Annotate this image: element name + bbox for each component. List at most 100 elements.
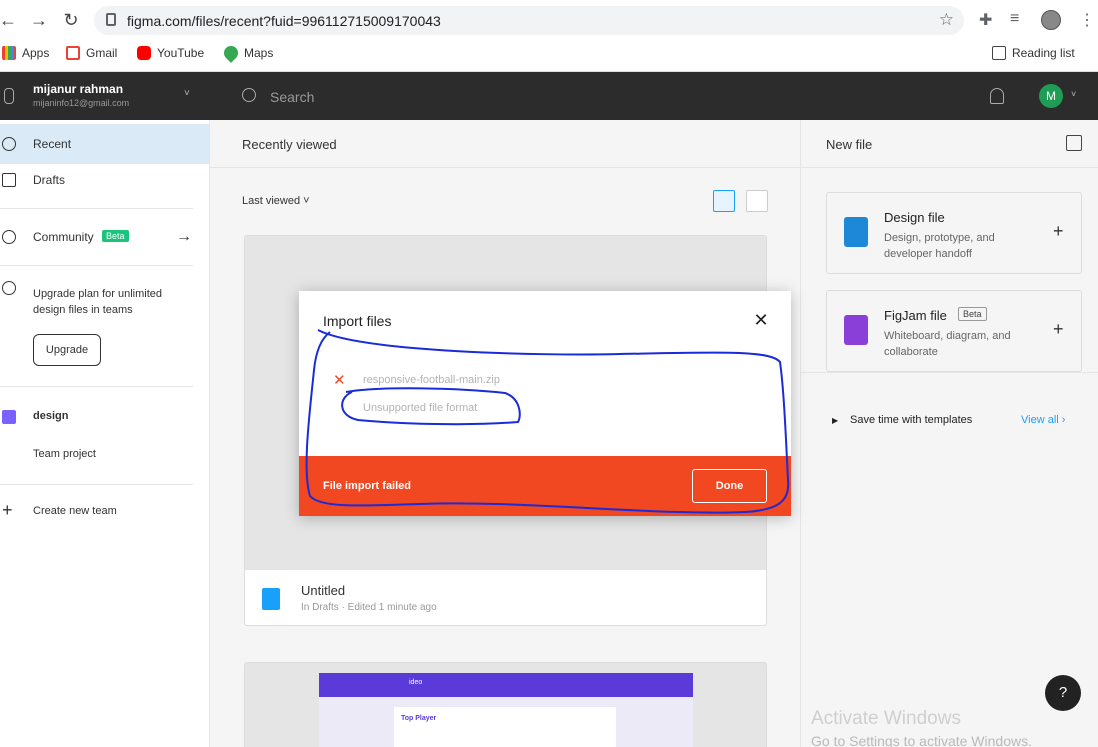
apps-grid-icon (2, 46, 16, 60)
sidebar-item-drafts[interactable]: Drafts (0, 160, 209, 200)
view-all-link[interactable]: View all › (1021, 414, 1065, 426)
upgrade-text: Upgrade plan for unlimited design files … (33, 288, 163, 316)
design-file-icon (844, 217, 868, 247)
error-x-icon: ✕ (333, 372, 346, 389)
account-email: mijaninfo12@gmail.com (33, 98, 130, 108)
dialog-footer: File import failed Done (299, 456, 791, 516)
main-header: Recently viewed (210, 120, 800, 168)
reading-list-label: Reading list (1012, 46, 1075, 60)
bookmark-youtube[interactable]: YouTube (137, 46, 204, 60)
upgrade-button[interactable]: Upgrade (33, 334, 101, 366)
list-view-icon[interactable] (746, 190, 768, 212)
account-name[interactable]: mijanur rahman (33, 82, 123, 96)
team-color-swatch (2, 410, 16, 424)
beta-badge: Beta (958, 307, 987, 321)
plus-icon: + (2, 500, 13, 520)
sidebar-item-label: Drafts (33, 173, 66, 187)
avatar[interactable]: M (1039, 84, 1063, 108)
windows-watermark-sub: Go to Settings to activate Windows. (811, 733, 1032, 747)
import-files-dialog: Import files ✕ ✕ responsive-football-mai… (299, 291, 791, 516)
new-file-panel: New file Design file Design, prototype, … (800, 120, 1098, 747)
reading-list[interactable]: Reading list (992, 46, 1075, 60)
card-title: Design file (884, 210, 945, 225)
bookmark-gmail[interactable]: Gmail (66, 46, 117, 60)
preview-navbar (319, 673, 693, 697)
file-name: Untitled (301, 583, 346, 598)
reading-list-icon (992, 46, 1006, 60)
clock-icon (2, 137, 16, 151)
help-button[interactable]: ? (1045, 675, 1081, 711)
import-icon[interactable] (1066, 135, 1082, 151)
back-arrow-icon[interactable]: ← (0, 10, 18, 30)
file-meta: In Drafts · Edited 1 minute ago (301, 602, 437, 613)
divider (0, 386, 193, 387)
search-input[interactable]: Search (270, 89, 314, 105)
figjam-file-card[interactable]: FigJam file Beta Whiteboard, diagram, an… (826, 290, 1082, 372)
sidebar-item-label: Recent (33, 137, 72, 151)
reload-icon[interactable]: ↻ (61, 10, 81, 30)
file-icon (2, 173, 16, 187)
forward-arrow-icon[interactable]: → (29, 10, 49, 30)
file-card[interactable]: ideo Top Player (244, 662, 767, 747)
grid-view-icon[interactable] (713, 190, 735, 212)
maps-pin-icon (221, 43, 241, 63)
search-icon (242, 88, 256, 102)
page-title: Recently viewed (242, 137, 337, 152)
sidebar-item-label: Community (33, 230, 94, 244)
sidebar-item-community[interactable]: Community Beta → (0, 217, 209, 257)
kebab-menu-icon[interactable]: ⋮ (1079, 10, 1095, 30)
caret-right-icon[interactable]: ▶ (832, 416, 838, 425)
bookmark-label: Gmail (86, 46, 118, 60)
arrow-right-icon: → (176, 228, 192, 245)
figjam-file-icon (844, 315, 868, 345)
bookmark-label: Maps (244, 46, 274, 60)
card-desc: Whiteboard, diagram, and collaborate (884, 330, 1011, 358)
upgrade-arrow-icon-wrap (0, 273, 20, 303)
figma-logo-icon (4, 88, 14, 104)
beta-badge: Beta (102, 230, 129, 242)
chevron-down-icon[interactable]: ˅ (1071, 89, 1076, 99)
bell-icon[interactable] (990, 88, 1004, 104)
close-icon[interactable]: ✕ (752, 311, 770, 329)
design-file-icon (262, 588, 280, 610)
panel-title: New file (826, 137, 873, 152)
windows-watermark-title: Activate Windows (811, 708, 961, 729)
address-bar[interactable]: figma.com/files/recent?fuid=996112715009… (94, 6, 964, 35)
design-file-card[interactable]: Design file Design, prototype, and devel… (826, 192, 1082, 274)
chevron-down-icon[interactable]: ˅ (184, 88, 190, 99)
done-button[interactable]: Done (692, 469, 767, 503)
youtube-icon (137, 46, 151, 60)
card-title: FigJam file (884, 308, 947, 323)
browser-toolbar: ← → ↻ figma.com/files/recent?fuid=996112… (0, 0, 1098, 40)
url-text[interactable]: figma.com/files/recent?fuid=996112715009… (127, 13, 441, 29)
create-new-team-button[interactable]: Create new team (33, 505, 117, 517)
sort-dropdown[interactable]: Last viewed ˅ (242, 195, 310, 207)
gmail-icon (66, 46, 80, 60)
bookmark-maps[interactable]: Maps (221, 43, 274, 63)
card-desc: Design, prototype, and developer handoff (884, 232, 995, 260)
divider (0, 484, 193, 485)
templates-toggle[interactable]: Save time with templates (850, 414, 972, 426)
failed-file-name: responsive-football-main.zip (363, 374, 500, 386)
bookmark-label: YouTube (157, 46, 205, 60)
bookmark-apps[interactable]: Apps (2, 46, 49, 60)
preview-panel (394, 707, 616, 747)
extensions-puzzle-icon[interactable]: ✚ (979, 10, 992, 30)
bookmark-star-icon[interactable]: ☆ (939, 10, 954, 30)
lock-icon (106, 13, 116, 26)
dialog-title: Import files (323, 313, 392, 329)
divider (0, 265, 193, 266)
figma-header: mijanur rahman mijaninfo12@gmail.com ˅ S… (0, 72, 1098, 120)
error-message: Unsupported file format (363, 402, 478, 414)
plus-icon[interactable]: + (1053, 221, 1064, 242)
file-thumbnail[interactable]: ideo Top Player (319, 673, 693, 747)
panel-header: New file (801, 120, 1098, 168)
media-queue-icon[interactable]: ≡ (1010, 10, 1019, 28)
team-name[interactable]: design (33, 410, 68, 422)
plus-icon[interactable]: + (1053, 319, 1064, 340)
profile-avatar[interactable] (1041, 10, 1061, 30)
sidebar-item-recent[interactable]: Recent (0, 124, 209, 164)
divider (0, 208, 193, 209)
sidebar-item-team-project[interactable]: Team project (33, 448, 96, 460)
sidebar: Recent Drafts Community Beta → Upgrade p… (0, 120, 210, 747)
